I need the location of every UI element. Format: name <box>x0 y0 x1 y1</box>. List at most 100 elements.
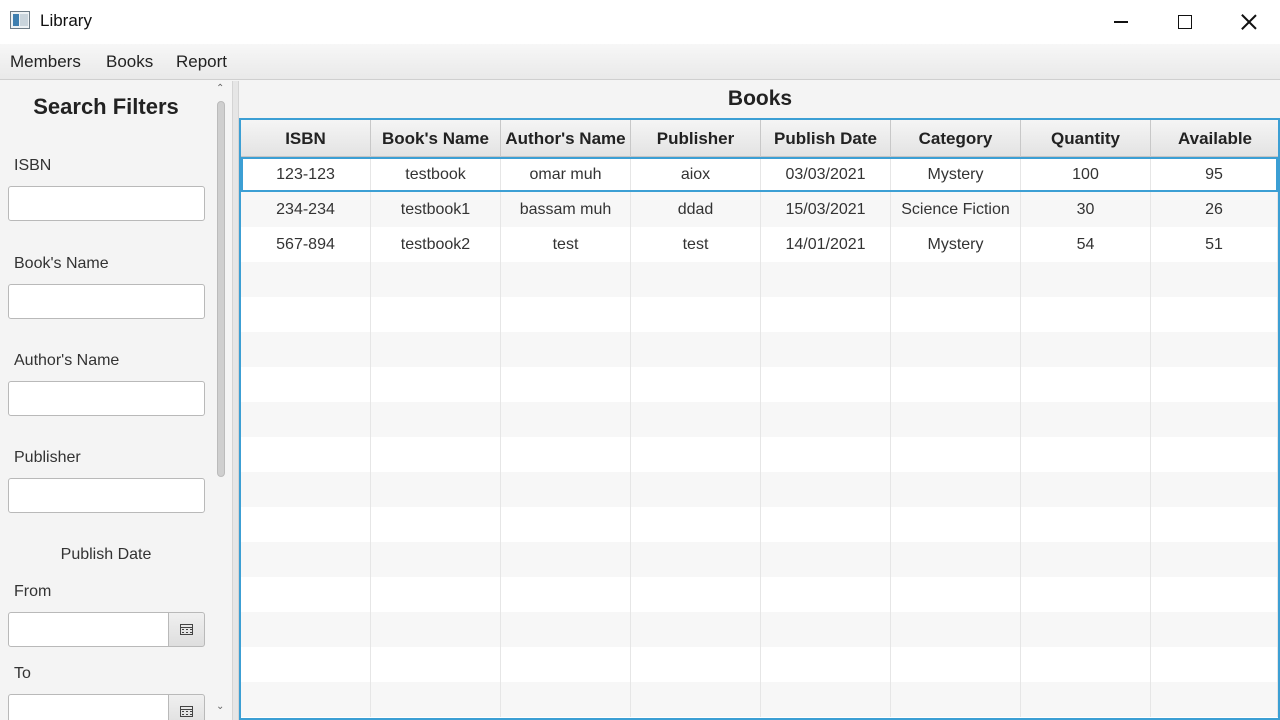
scrollbar-thumb[interactable] <box>217 101 225 477</box>
split-pane-divider[interactable] <box>232 81 239 720</box>
table-cell <box>1151 402 1278 437</box>
table-cell <box>761 402 891 437</box>
table-cell <box>1151 682 1278 717</box>
column-header[interactable]: Author's Name <box>501 120 631 157</box>
table-cell <box>1151 297 1278 332</box>
table-cell <box>891 542 1021 577</box>
table-cell <box>241 647 371 682</box>
table-cell <box>241 297 371 332</box>
to-date-picker-button[interactable] <box>168 694 205 720</box>
maximize-button[interactable] <box>1153 0 1217 44</box>
close-button[interactable] <box>1217 0 1280 44</box>
empty-table-row[interactable] <box>241 612 1278 647</box>
table-cell <box>631 577 761 612</box>
table-cell <box>631 297 761 332</box>
table-cell <box>1021 367 1151 402</box>
table-cell <box>1151 332 1278 367</box>
table-cell <box>631 472 761 507</box>
table-cell: 26 <box>1151 192 1278 227</box>
table-cell <box>241 682 371 717</box>
column-header[interactable]: ISBN <box>241 120 371 157</box>
table-cell <box>241 542 371 577</box>
table-cell <box>1021 507 1151 542</box>
maximize-icon <box>1178 15 1192 29</box>
table-cell: 54 <box>1021 227 1151 262</box>
table-cell <box>761 542 891 577</box>
isbn-input[interactable] <box>8 186 205 221</box>
table-header: ISBN Book's Name Author's Name Publisher Pub… <box>241 120 1278 157</box>
from-date-picker-button[interactable] <box>168 612 205 647</box>
sidebar-scrollbar[interactable]: ⌃ ⌄ <box>212 81 230 720</box>
menu-members[interactable]: Members <box>10 52 81 72</box>
table-cell <box>761 647 891 682</box>
column-header[interactable]: Available <box>1151 120 1278 157</box>
book-name-input[interactable] <box>8 284 205 319</box>
empty-table-row[interactable] <box>241 472 1278 507</box>
table-cell <box>1021 577 1151 612</box>
table-cell: 123-123 <box>241 157 371 192</box>
table-cell <box>501 647 631 682</box>
table-cell <box>1151 577 1278 612</box>
table-cell: testbook <box>371 157 501 192</box>
table-cell <box>891 402 1021 437</box>
empty-table-row[interactable] <box>241 647 1278 682</box>
empty-table-row[interactable] <box>241 262 1278 297</box>
author-name-input[interactable] <box>8 381 205 416</box>
table-cell <box>891 682 1021 717</box>
table-cell: test <box>501 227 631 262</box>
table-cell <box>371 577 501 612</box>
table-cell <box>891 577 1021 612</box>
table-cell <box>631 332 761 367</box>
table-cell <box>1021 297 1151 332</box>
menu-books[interactable]: Books <box>106 52 153 72</box>
to-date-input[interactable] <box>8 694 169 720</box>
table-cell <box>371 472 501 507</box>
empty-table-row[interactable] <box>241 542 1278 577</box>
table-cell <box>761 367 891 402</box>
column-header[interactable]: Publish Date <box>761 120 891 157</box>
empty-table-row[interactable] <box>241 682 1278 717</box>
table-row[interactable]: 123-123 testbook omar muh aiox 03/03/2021 Mys… <box>241 157 1278 192</box>
table-cell <box>241 402 371 437</box>
books-title: Books <box>727 87 793 110</box>
table-cell: Mystery <box>891 227 1021 262</box>
table-cell: Science Fiction <box>891 192 1021 227</box>
column-header[interactable]: Category <box>891 120 1021 157</box>
table-cell <box>631 402 761 437</box>
column-header[interactable]: Publisher <box>631 120 761 157</box>
table-cell <box>1151 262 1278 297</box>
minimize-button[interactable] <box>1089 0 1153 44</box>
table-row[interactable]: 567-894 testbook2 test test 14/01/2021 Myster… <box>241 227 1278 262</box>
table-cell <box>891 332 1021 367</box>
empty-table-row[interactable] <box>241 332 1278 367</box>
table-cell: test <box>631 227 761 262</box>
table-cell: 15/03/2021 <box>761 192 891 227</box>
table-cell <box>891 367 1021 402</box>
search-filters-panel: Search Filters ISBN Book's Name Author's… <box>0 81 232 720</box>
table-cell <box>241 612 371 647</box>
empty-table-row[interactable] <box>241 577 1278 612</box>
table-cell <box>371 682 501 717</box>
table-cell <box>891 262 1021 297</box>
from-date-input[interactable] <box>8 612 169 647</box>
table-cell <box>631 682 761 717</box>
table-cell <box>761 612 891 647</box>
from-date-label: From <box>14 583 52 600</box>
empty-table-row[interactable] <box>241 507 1278 542</box>
empty-table-row[interactable] <box>241 367 1278 402</box>
table-cell <box>1021 542 1151 577</box>
column-header[interactable]: Quantity <box>1021 120 1151 157</box>
menu-report[interactable]: Report <box>176 52 227 72</box>
column-header[interactable]: Book's Name <box>371 120 501 157</box>
table-cell <box>631 647 761 682</box>
table-cell <box>631 262 761 297</box>
table-row[interactable]: 234-234 testbook1 bassam muh ddad 15/03/2021… <box>241 192 1278 227</box>
minimize-icon <box>1114 21 1128 23</box>
scroll-down-icon[interactable]: ⌄ <box>216 701 224 712</box>
empty-table-row[interactable] <box>241 437 1278 472</box>
empty-table-row[interactable] <box>241 297 1278 332</box>
empty-table-row[interactable] <box>241 402 1278 437</box>
menu-bar: Members Books Report <box>0 44 1280 80</box>
publisher-input[interactable] <box>8 478 205 513</box>
scroll-up-icon[interactable]: ⌃ <box>216 83 224 94</box>
